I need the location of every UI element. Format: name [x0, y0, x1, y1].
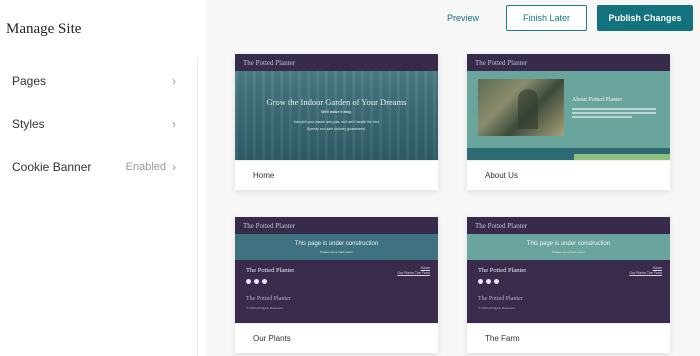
- page-card-home[interactable]: The Potted Planter Grow the Indoor Garde…: [235, 54, 438, 190]
- thumbnail-footer: The Potted Planter Home Our Plants The F…: [235, 260, 438, 323]
- sidebar-item-label: Pages: [12, 74, 47, 88]
- hero-line: Just pick your plants and pots, and we'l…: [293, 120, 380, 124]
- chevron-right-icon: ›: [172, 117, 176, 131]
- page-card-label: Home: [235, 160, 438, 190]
- thumbnail-site-name: The Potted Planter: [235, 54, 438, 71]
- thumbnail-site-name: The Potted Planter: [467, 217, 670, 234]
- page-card-label: The Farm: [467, 323, 670, 353]
- sidebar-item-label: Styles: [12, 117, 45, 131]
- page-thumbnail: The Potted Planter This page is under co…: [235, 217, 438, 323]
- construction-title: This page is under construction: [294, 240, 379, 247]
- construction-subtitle: Please come back soon!: [552, 249, 585, 254]
- hero-title: Grow the Indoor Garden of Your Dreams: [266, 97, 407, 107]
- page-card-about-us[interactable]: The Potted Planter About Potted Planter …: [467, 54, 670, 190]
- page-thumbnail: The Potted Planter This page is under co…: [467, 217, 670, 323]
- social-icons: [246, 279, 267, 284]
- sidebar-item-styles[interactable]: Styles ›: [0, 102, 176, 146]
- page-card-our-plants[interactable]: The Potted Planter This page is under co…: [235, 217, 438, 353]
- page-card-label: Our Plants: [235, 323, 438, 353]
- hero-image: Grow the Indoor Garden of Your Dreams We…: [235, 71, 438, 160]
- construction-subtitle: Please come back soon!: [320, 249, 353, 254]
- preview-button[interactable]: Preview: [438, 5, 488, 30]
- sidebar-item-label: Cookie Banner: [12, 160, 92, 174]
- page-thumbnail: The Potted Planter About Potted Planter: [467, 54, 670, 160]
- about-title: About Potted Planter: [572, 97, 623, 103]
- thumbnail-site-name: The Potted Planter: [235, 217, 438, 234]
- finish-later-button[interactable]: Finish Later: [506, 5, 587, 31]
- status-badge: Enabled: [125, 161, 166, 173]
- sidebar-item-cookie-banner[interactable]: Cookie Banner Enabled ›: [0, 145, 176, 189]
- page-card-the-farm[interactable]: The Potted Planter This page is under co…: [467, 217, 670, 353]
- sidebar-title: Manage Site: [6, 20, 82, 37]
- thumbnail-footer: The Potted Planter Home Our Plants The F…: [467, 260, 670, 323]
- thumbnail-site-name: The Potted Planter: [467, 54, 670, 71]
- hero-line: Speedy and safe delivery guaranteed.: [307, 127, 366, 131]
- hero-line: We'll make it easy.: [321, 110, 352, 114]
- construction-title: This page is under construction: [526, 240, 611, 247]
- sidebar: Manage Site Pages › Styles › Cookie Bann…: [0, 0, 206, 356]
- social-icons: [478, 279, 499, 284]
- sidebar-item-pages[interactable]: Pages ›: [0, 59, 176, 103]
- about-photo: [478, 79, 564, 136]
- divider: [197, 58, 198, 356]
- publish-changes-button[interactable]: Publish Changes: [597, 5, 693, 31]
- chevron-right-icon: ›: [172, 74, 176, 88]
- chevron-right-icon: ›: [172, 160, 176, 174]
- page-card-label: About Us: [467, 160, 670, 190]
- page-thumbnail: The Potted Planter Grow the Indoor Garde…: [235, 54, 438, 160]
